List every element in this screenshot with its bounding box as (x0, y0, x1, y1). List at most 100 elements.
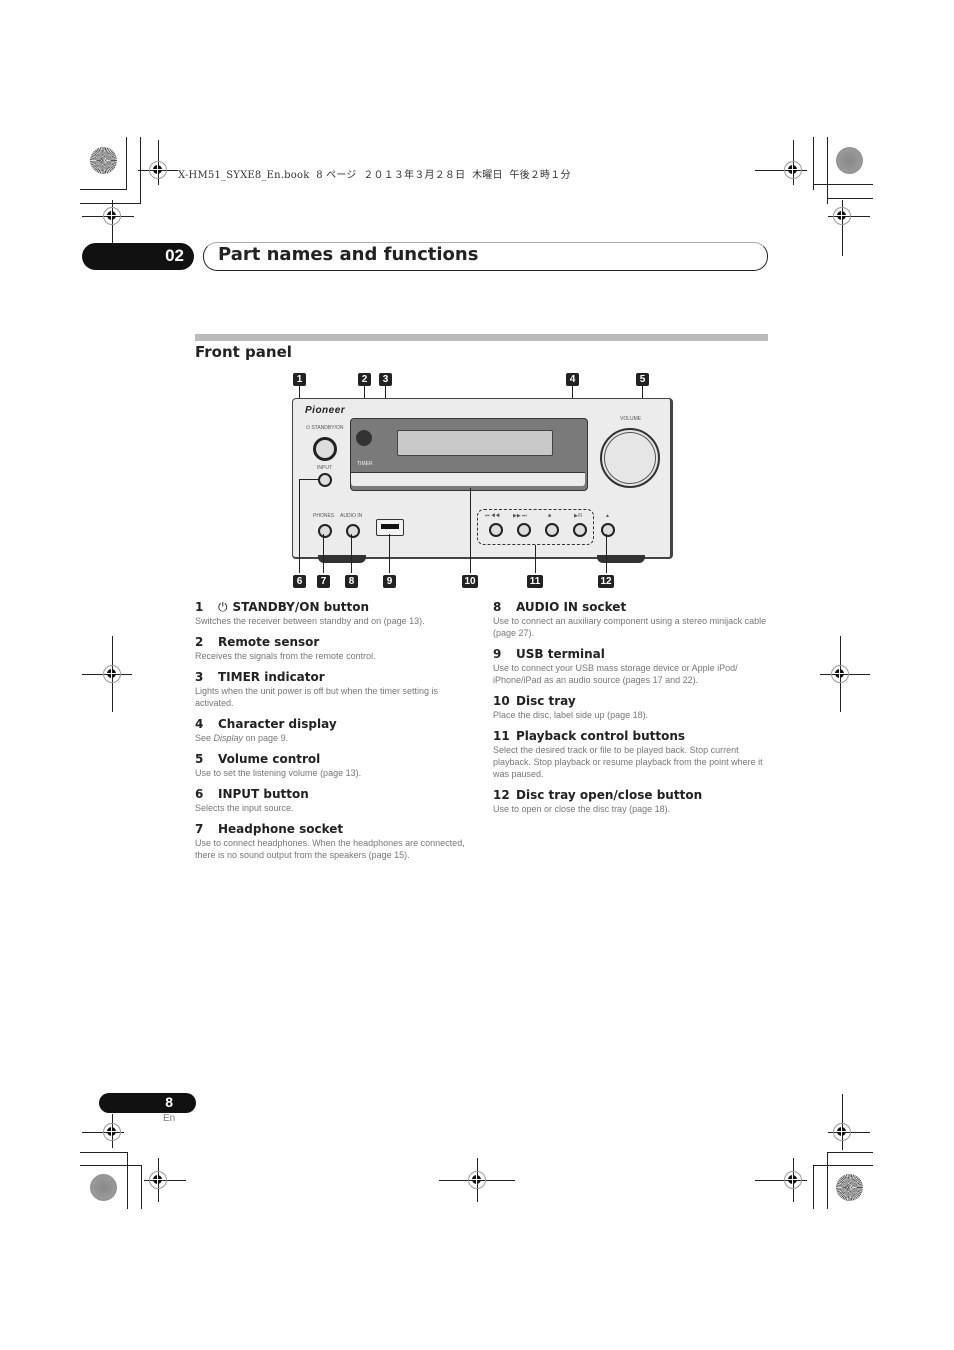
crop-mark (813, 1165, 814, 1209)
list-item: 12 Disc tray open/close button Use to ope… (493, 788, 769, 815)
chapter-number-badge: 02 (82, 243, 194, 270)
list-item: 11 Playback control buttons Select the de… (493, 729, 769, 780)
item-number: 7 (195, 822, 204, 836)
crop-mark (827, 1152, 873, 1153)
item-description: Use to connect headphones. When the head… (195, 838, 465, 860)
play-pause-button[interactable] (573, 523, 587, 537)
crop-mark (813, 184, 873, 185)
volume-knob[interactable] (600, 428, 660, 488)
item-title: Volume control (218, 752, 321, 766)
color-registration-rosette (836, 1174, 863, 1201)
stop-button[interactable] (545, 523, 559, 537)
item-description: Select the desired track or file to be p… (493, 745, 763, 779)
item-title: TIMER indicator (218, 670, 325, 684)
leader-line (470, 488, 471, 573)
item-number: 3 (195, 670, 204, 684)
desc-text: See (195, 733, 214, 743)
pioneer-logo: Pioneer (305, 405, 346, 416)
item-number: 9 (493, 647, 502, 661)
unit-foot-left (318, 555, 366, 563)
section-title: Front panel (195, 343, 292, 361)
item-description: Use to connect an auxiliary component us… (493, 616, 767, 638)
next-button[interactable] (517, 523, 531, 537)
item-description: Lights when the unit power is off but wh… (195, 686, 438, 708)
audio-in-label: AUDIO IN (340, 513, 363, 519)
callout-11: 11 (527, 575, 543, 588)
item-number: 10 (493, 694, 510, 708)
next-label: ▶▶ ⏭ (513, 513, 527, 519)
callout-1: 1 (293, 373, 306, 386)
unit-foot-right (597, 555, 645, 563)
section-divider (195, 334, 768, 341)
audio-in-socket[interactable] (346, 524, 360, 538)
callout-12: 12 (598, 575, 614, 588)
callout-5: 5 (636, 373, 649, 386)
item-description: Receives the signals from the remote con… (195, 651, 376, 661)
item-title: Remote sensor (218, 635, 320, 649)
prev-button[interactable] (489, 523, 503, 537)
crop-mark (141, 1165, 142, 1209)
item-description: Use to set the listening volume (page 13… (195, 768, 362, 778)
item-description: See Display on page 9. (195, 732, 475, 744)
color-registration-dot (90, 1174, 117, 1201)
color-registration-rosette (90, 147, 117, 174)
crop-mark (813, 1165, 873, 1166)
item-title: Disc tray open/close button (516, 788, 703, 802)
leader-line (351, 534, 352, 573)
items-left-column: 1 ⏻ STANDBY/ON button Switches the receive… (195, 600, 475, 867)
list-item: 3 TIMER indicator Lights when the unit po… (195, 670, 475, 709)
item-title: Playback control buttons (516, 729, 686, 743)
item-description: Switches the receiver between standby an… (195, 616, 425, 626)
callout-4: 4 (566, 373, 579, 386)
item-number: 8 (493, 600, 502, 614)
crop-mark (80, 1152, 127, 1153)
item-title: Headphone socket (218, 822, 344, 836)
leader-line (535, 545, 536, 573)
leader-line (389, 534, 390, 573)
crop-mark (827, 198, 873, 199)
item-title: USB terminal (516, 647, 605, 661)
eject-button[interactable] (601, 523, 615, 537)
volume-label: VOLUME (620, 416, 642, 422)
crop-mark (127, 1152, 128, 1209)
print-job-info: X-HM51_SYXE8_En.book 8 ページ ２０１３年３月２８日 木曜… (178, 170, 571, 181)
crop-mark (126, 137, 127, 190)
input-label: INPUT (317, 465, 332, 471)
disc-tray[interactable] (351, 472, 585, 486)
callout-2: 2 (358, 373, 371, 386)
leader-line (606, 534, 607, 573)
page-language: En (163, 1113, 176, 1124)
leader-line (299, 479, 300, 573)
item-title: Disc tray (516, 694, 576, 708)
phones-label: PHONES (313, 513, 335, 519)
phones-socket[interactable] (318, 524, 332, 538)
usb-terminal[interactable] (376, 519, 404, 536)
list-item: 8 AUDIO IN socket Use to connect an auxil… (493, 600, 769, 639)
item-title: AUDIO IN socket (516, 600, 627, 614)
item-number: 6 (195, 787, 204, 801)
item-number: 4 (195, 717, 204, 731)
item-number: 2 (195, 635, 204, 649)
standby-on-button[interactable] (313, 437, 337, 461)
callout-8: 8 (345, 575, 358, 588)
item-description: Place the disc, label side up (page 18). (493, 710, 649, 720)
remote-sensor (356, 430, 372, 446)
callout-6: 6 (293, 575, 306, 588)
callout-9: 9 (383, 575, 396, 588)
list-item: 7 Headphone socket Use to connect headpho… (195, 822, 475, 861)
crop-mark (813, 137, 814, 190)
items-right-column: 8 AUDIO IN socket Use to connect an auxil… (493, 600, 769, 821)
crop-mark (80, 1165, 141, 1166)
display-window: TIMER (350, 418, 588, 491)
stop-label: ■ (548, 513, 552, 519)
item-number: 1 (195, 600, 204, 614)
display-reference: Display (213, 733, 244, 743)
item-number: 5 (195, 752, 204, 766)
input-button[interactable] (318, 473, 332, 487)
standby-label: ⏻ STANDBY/ON (306, 425, 344, 431)
character-display (397, 430, 553, 456)
callout-3: 3 (379, 373, 392, 386)
callout-7: 7 (317, 575, 330, 588)
eject-label: ▲ (605, 513, 610, 519)
page-number-badge: 8 (99, 1093, 196, 1113)
